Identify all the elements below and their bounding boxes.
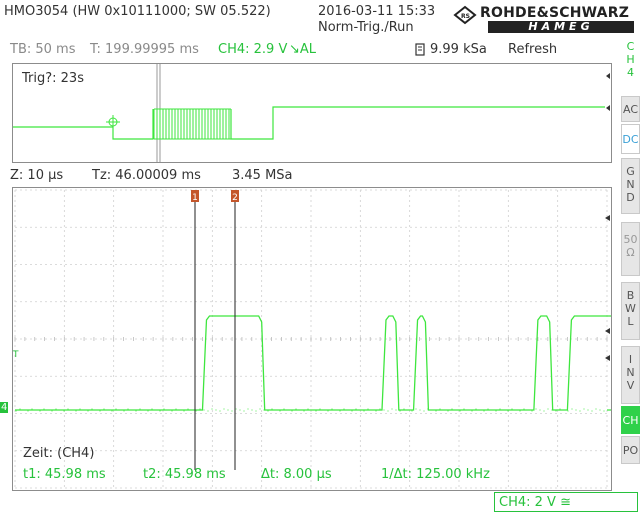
overview-scroll-marker — [606, 105, 610, 111]
invert-button[interactable]: I N V — [621, 346, 640, 404]
coupling-gnd-button[interactable]: G N D — [621, 158, 640, 214]
cursor-t1: t1: 45.98 ms — [23, 467, 106, 482]
scroll-marker-trig — [605, 355, 610, 361]
acquisition-mode: Refresh — [508, 42, 558, 57]
overview-panel[interactable]: Trig?: 23s — [12, 63, 612, 163]
device-info: HMO3054 (HW 0x10111000; SW 05.522) — [4, 4, 271, 19]
ch4-trace — [15, 315, 611, 411]
trigger-channel: CH4: 2.9 V — [218, 42, 288, 57]
channel-tab-4: 4 — [627, 66, 634, 79]
brand-top: ROHDE&SCHWARZ — [480, 5, 630, 21]
overview-scroll-marker — [606, 73, 610, 79]
zoom-time: Tz: 46.00009 ms — [92, 168, 201, 183]
coupling-dc-button[interactable]: DC — [621, 124, 640, 154]
overview-trace-left — [13, 109, 154, 140]
main-waveform-panel[interactable]: 12 Zeit: (CH4) t1: 45.98 ms t2: 45.98 ms… — [12, 187, 612, 491]
cursor-delta: Δt: 8.00 µs — [261, 467, 332, 482]
zoom-factor: Z: 10 µs — [10, 168, 64, 183]
time-position: T: 199.99995 ms — [90, 42, 199, 57]
channel-tab-c: C — [626, 40, 635, 53]
cursor-t2: t2: 45.98 ms — [143, 467, 226, 482]
brand-bottom: HAMEG — [488, 21, 634, 33]
impedance-50-button[interactable]: 50 Ω — [621, 222, 640, 276]
channel-select-button[interactable]: CH — [621, 406, 640, 434]
scroll-marker-mid — [605, 328, 610, 334]
ch4-scale-status[interactable]: CH4: 2 V ≅ — [494, 492, 638, 512]
datetime: 2016-03-11 15:33 — [318, 4, 436, 19]
svg-text:RS: RS — [461, 13, 470, 20]
trigger-mode: Norm-Trig./Run — [318, 20, 414, 35]
trigger-level-marker[interactable]: T — [13, 350, 19, 360]
trigger-status: Trig?: 23s — [22, 71, 84, 86]
scroll-marker-top — [605, 215, 610, 221]
overview-trace-right — [230, 106, 605, 140]
cursor-title: Zeit: (CH4) — [23, 446, 95, 461]
trigger-slope: ↘AL — [289, 42, 317, 57]
channel-tab-h: H — [626, 53, 635, 66]
position-button[interactable]: PO — [621, 436, 640, 464]
zoom-sample-rate: 3.45 MSa — [232, 168, 293, 183]
cursor-inv-delta: 1/Δt: 125.00 kHz — [381, 467, 490, 482]
brand-logo: RS ROHDE&SCHWARZ HAMEG — [452, 5, 636, 35]
sample-rate: 9.99 kSa — [430, 42, 487, 57]
channel-tab[interactable]: C H 4 — [621, 40, 640, 92]
cursor-2-tag-label: 2 — [232, 193, 238, 203]
main-waveform: 12 — [14, 189, 611, 489]
timebase: TB: 50 ms — [10, 42, 76, 57]
overview-burst — [153, 109, 230, 139]
cursor-1-tag-label: 1 — [192, 193, 198, 203]
coupling-ac-button[interactable]: AC — [621, 96, 640, 122]
memory-icon — [414, 42, 426, 61]
channel-ground-marker[interactable]: 4 — [0, 402, 9, 413]
bandwidth-limit-button[interactable]: B W L — [621, 282, 640, 340]
overview-waveform — [13, 64, 610, 162]
